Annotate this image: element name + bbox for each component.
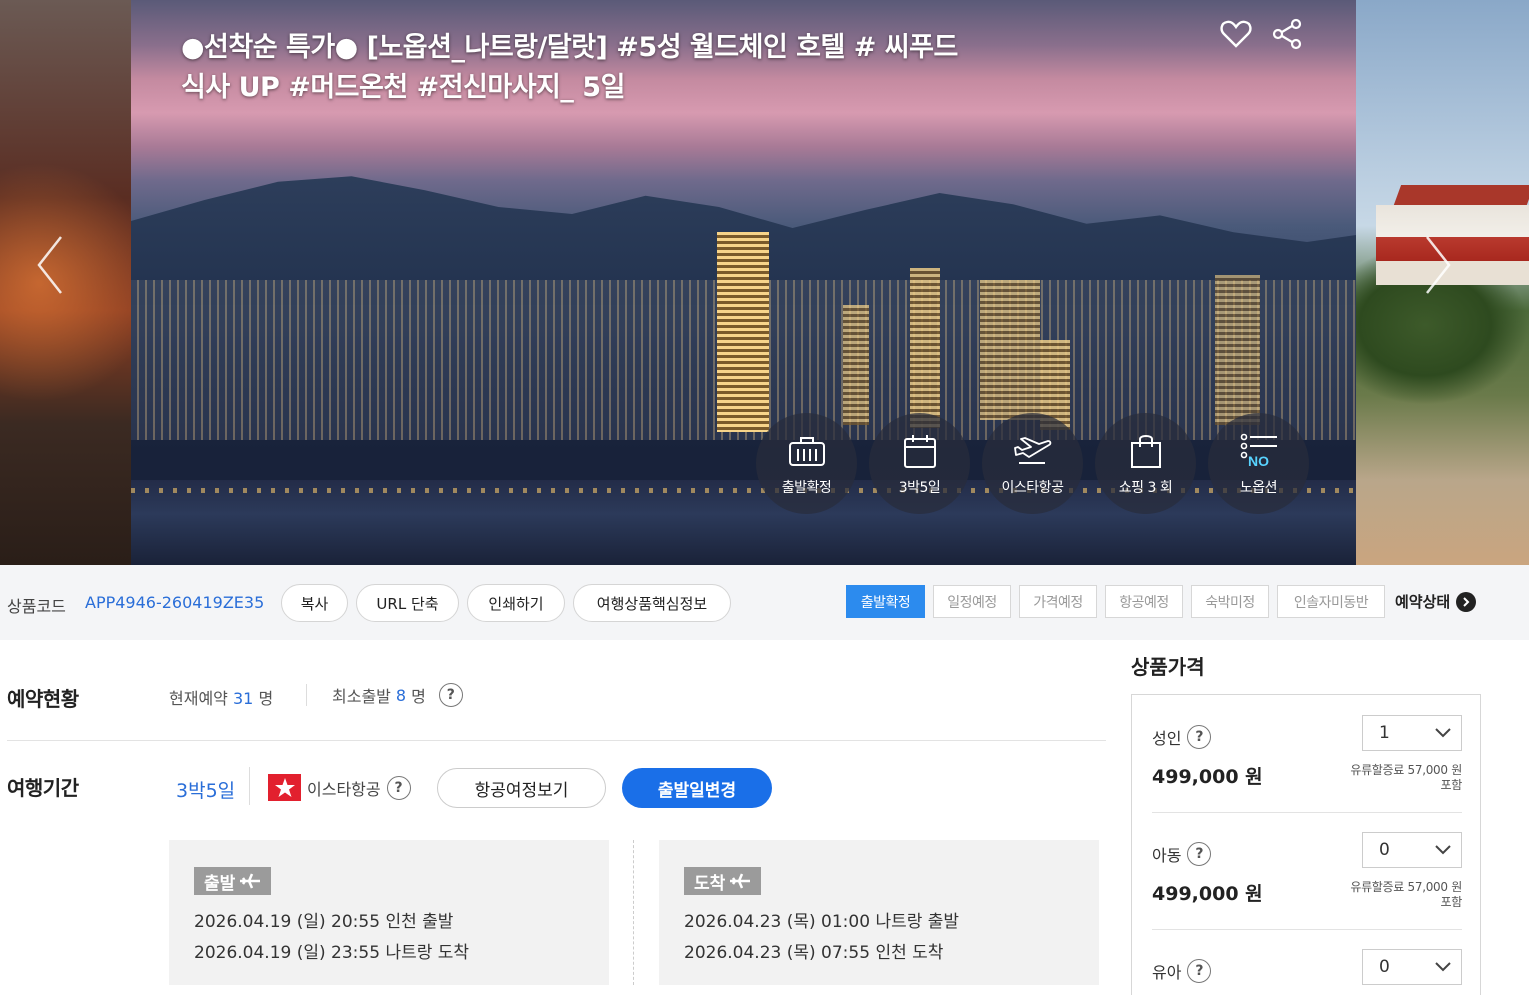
help-icon[interactable]: ?	[1187, 842, 1212, 866]
suitcase-icon	[788, 437, 825, 466]
chevron-down-icon	[1435, 845, 1451, 855]
price-panel: 성인 ? 1 499,000 원 유류할증료 57,000 원 포함 아동 ? …	[1131, 694, 1481, 995]
airline-logo	[268, 774, 301, 801]
product-code-value: APP4946-260419ZE35	[85, 593, 265, 612]
badge-confirmed: 출발확정	[756, 413, 857, 514]
airplane-icon	[1013, 437, 1051, 464]
status-tag-flight: 항공예정	[1105, 585, 1183, 618]
status-tag-price: 가격예정	[1019, 585, 1097, 618]
departure-line-1: 2026.04.19 (일) 20:55 인천 출발	[194, 912, 454, 932]
price-row-child: 아동 ? 0 499,000 원 유류할증료 57,000 원 포함	[1152, 832, 1462, 912]
shorten-url-button[interactable]: URL 단축	[356, 584, 459, 622]
airline-info: 이스타항공 ?	[268, 774, 411, 801]
adult-quantity-select[interactable]: 1	[1362, 715, 1462, 751]
heart-icon	[1220, 20, 1252, 48]
shopping-bag-icon	[1130, 435, 1161, 468]
reservation-section-title: 예약현황	[7, 687, 79, 711]
key-info-button[interactable]: 여행상품핵심정보	[573, 584, 731, 622]
return-flight-box: 도착 2026.04.23 (목) 01:00 나트랑 출발 2026.04.2…	[659, 840, 1099, 985]
return-line-1: 2026.04.23 (목) 01:00 나트랑 출발	[684, 912, 960, 932]
copy-button[interactable]: 복사	[281, 584, 348, 622]
departure-tag: 출발	[194, 867, 272, 895]
adult-fuel-surcharge: 유류할증료 57,000 원 포함	[1350, 763, 1462, 792]
product-badges: 출발확정 3박5일 이스타항공 쇼핑 3 회 NO 노옵션	[756, 413, 1309, 514]
share-button[interactable]	[1269, 16, 1305, 52]
badge-airline: 이스타항공	[982, 413, 1083, 514]
chevron-down-icon	[1435, 962, 1451, 972]
price-section-title: 상품가격	[1131, 655, 1205, 679]
chevron-right-icon	[1426, 236, 1451, 294]
prev-slide-button[interactable]	[30, 230, 70, 300]
share-icon	[1272, 18, 1302, 50]
chevron-right-icon	[1456, 591, 1477, 612]
return-line-2: 2026.04.23 (목) 07:55 인천 도착	[684, 943, 944, 963]
airplane-icon	[730, 873, 751, 889]
price-row-infant: 유아 ? 0	[1152, 949, 1462, 995]
status-tag-hotel: 숙박미정	[1191, 585, 1269, 618]
badge-no-option: NO 노옵션	[1208, 413, 1309, 514]
child-quantity-select[interactable]: 0	[1362, 832, 1462, 868]
help-icon[interactable]: ?	[1187, 959, 1212, 983]
help-icon[interactable]: ?	[438, 683, 463, 707]
calendar-icon	[903, 435, 936, 468]
status-tag-schedule: 일정예정	[933, 585, 1011, 618]
change-departure-date-button[interactable]: 출발일변경	[622, 768, 772, 808]
infant-quantity-select[interactable]: 0	[1362, 949, 1462, 985]
price-row-adult: 성인 ? 1 499,000 원 유류할증료 57,000 원 포함	[1152, 715, 1462, 795]
help-icon[interactable]: ?	[386, 775, 411, 800]
child-price: 499,000 원	[1152, 883, 1263, 905]
product-title: ●선착순 특가● [노옵션_나트랑/달랏] #5성 월드체인 호텔 # 씨푸드 …	[181, 32, 958, 103]
badge-duration: 3박5일	[869, 413, 970, 514]
next-slide-button[interactable]	[1418, 230, 1458, 300]
no-option-icon: NO	[1240, 433, 1277, 469]
trip-duration: 3박5일	[176, 780, 236, 802]
status-tag-tour-leader: 인솔자미동반	[1277, 585, 1385, 618]
travel-period-title: 여행기간	[7, 776, 79, 800]
help-icon[interactable]: ?	[1187, 725, 1212, 749]
airplane-icon	[240, 873, 261, 889]
chevron-left-icon	[37, 236, 62, 294]
badge-shopping: 쇼핑 3 회	[1095, 413, 1196, 514]
svg-text:NO: NO	[1248, 453, 1269, 469]
arrival-tag: 도착	[684, 867, 762, 895]
product-code-label: 상품코드	[7, 597, 66, 616]
adult-price: 499,000 원	[1152, 766, 1263, 788]
departure-line-2: 2026.04.19 (일) 23:55 나트랑 도착	[194, 943, 470, 963]
child-fuel-surcharge: 유류할증료 57,000 원 포함	[1350, 880, 1462, 909]
reservation-status-link[interactable]: 예약상태	[1395, 591, 1477, 612]
wishlist-button[interactable]	[1218, 16, 1254, 52]
minimum-departure: 최소출발 8 명 ?	[332, 683, 463, 707]
print-button[interactable]: 인쇄하기	[467, 584, 565, 622]
status-tag-departure-confirmed: 출발확정	[846, 585, 925, 618]
view-flight-itinerary-button[interactable]: 항공여정보기	[437, 768, 606, 808]
current-reservation: 현재예약 31 명	[169, 689, 274, 708]
hero-carousel: ●선착순 특가● [노옵션_나트랑/달랏] #5성 월드체인 호텔 # 씨푸드 …	[0, 0, 1529, 565]
departure-flight-box: 출발 2026.04.19 (일) 20:55 인천 출발 2026.04.19…	[169, 840, 609, 985]
chevron-down-icon	[1435, 728, 1451, 738]
